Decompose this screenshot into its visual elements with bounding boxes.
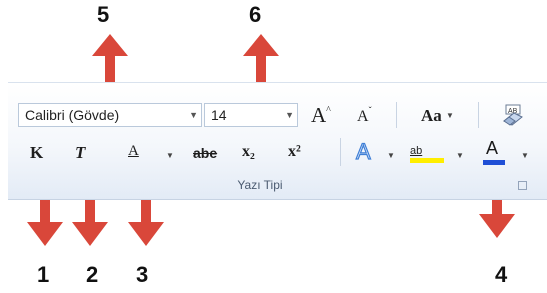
chevron-down-icon[interactable]: ▼: [285, 104, 294, 126]
superscript-button[interactable]: x²: [288, 143, 301, 161]
font-size-combo[interactable]: 14 ▼: [204, 103, 298, 127]
text-effects-icon: A: [355, 138, 371, 164]
subscript-icon: x₂: [242, 143, 255, 160]
strikethrough-icon: abe: [193, 145, 218, 161]
separator: [478, 102, 479, 128]
arrow-3-icon: [128, 200, 164, 246]
chevron-down-icon[interactable]: ▼: [387, 151, 395, 160]
highlight-icon: ab: [410, 145, 423, 157]
chevron-down-icon[interactable]: ▼: [166, 151, 174, 160]
callout-number-5: 5: [97, 2, 110, 27]
bold-button[interactable]: K: [30, 143, 43, 163]
font-color-swatch: [483, 160, 505, 165]
highlight-color-button[interactable]: ab: [410, 141, 444, 163]
arrow-1-icon: [27, 200, 63, 246]
grow-font-button[interactable]: A^: [311, 103, 331, 128]
separator: [340, 138, 341, 166]
change-case-button[interactable]: Aa ▼: [421, 106, 454, 126]
bold-icon: K: [30, 143, 44, 162]
callout-number-1: 1: [37, 262, 50, 287]
font-name-value: Calibri (Gövde): [25, 107, 120, 123]
separator: [396, 102, 397, 128]
font-color-icon: A: [486, 138, 499, 158]
callout-number-2: 2: [86, 262, 99, 287]
font-group-label: Yazı Tipi: [237, 178, 283, 192]
arrow-5-icon: [92, 34, 128, 88]
shrink-font-icon: A: [357, 108, 369, 125]
shrink-font-button[interactable]: Aˇ: [357, 105, 372, 126]
arrow-2-icon: [72, 200, 108, 246]
strikethrough-button[interactable]: abe: [193, 145, 217, 161]
grow-font-icon: A: [311, 103, 327, 127]
font-color-button[interactable]: A: [483, 138, 505, 165]
chevron-down-icon: ▼: [446, 111, 454, 120]
italic-button[interactable]: T: [75, 143, 85, 163]
clear-formatting-icon[interactable]: AB: [500, 103, 528, 127]
chevron-down-icon[interactable]: ▼: [456, 151, 464, 160]
chevron-down-icon[interactable]: ▼: [521, 151, 529, 160]
superscript-icon: x²: [288, 143, 301, 160]
change-case-icon: Aa: [421, 106, 442, 125]
font-size-value: 14: [211, 107, 227, 123]
underline-button[interactable]: A: [128, 143, 139, 160]
callout-number-4: 4: [495, 262, 508, 287]
italic-icon: T: [75, 143, 86, 162]
font-name-combo[interactable]: Calibri (Gövde) ▼: [18, 103, 202, 127]
callout-number-3: 3: [136, 262, 149, 287]
arrow-6-icon: [243, 34, 279, 88]
underline-icon: A: [128, 143, 139, 159]
highlight-color-swatch: [410, 158, 444, 163]
subscript-button[interactable]: x₂: [242, 143, 255, 161]
callout-number-6: 6: [249, 2, 262, 27]
text-effects-button[interactable]: A: [355, 138, 371, 165]
dialog-launcher-icon[interactable]: [518, 181, 527, 190]
chevron-down-icon[interactable]: ▼: [189, 104, 198, 126]
